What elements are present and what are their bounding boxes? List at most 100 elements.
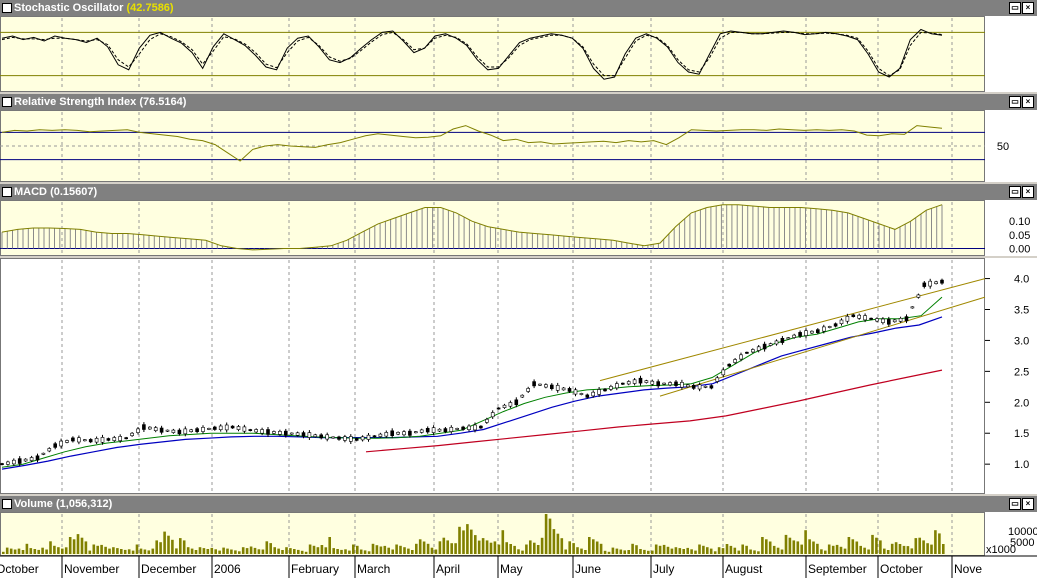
volume-bar <box>352 544 355 554</box>
volume-bar <box>560 538 564 554</box>
price-candle-body <box>307 432 312 438</box>
price-candle-body <box>827 326 832 328</box>
volume-bar <box>717 547 721 554</box>
volume-bar <box>572 543 575 554</box>
price-candle-body <box>727 363 732 367</box>
volume-bar <box>485 540 489 554</box>
price-candle-body <box>715 377 720 382</box>
price-candle-body <box>668 382 672 386</box>
price-tick-label: 1.5 <box>1014 428 1029 440</box>
volume-bar <box>501 530 505 554</box>
volume-bar <box>2 551 5 554</box>
price-candle-body <box>656 381 661 387</box>
volume-bar <box>5 547 9 554</box>
price-candle-body <box>561 387 566 391</box>
volume-bar <box>147 550 151 554</box>
price-candle-body <box>402 431 406 436</box>
price-candle-body <box>928 280 933 287</box>
volume-bar <box>49 541 52 554</box>
price-tick-label: 4.0 <box>1014 274 1029 286</box>
volume-bar <box>863 547 866 554</box>
price-candle-body <box>77 437 81 443</box>
volume-bar <box>462 530 465 554</box>
price-candle-body <box>798 332 802 337</box>
rsi-tick-label: 50 <box>997 141 1009 153</box>
price-candle-body <box>484 419 489 423</box>
volume-bar <box>179 538 182 554</box>
price-candle-body <box>0 463 4 466</box>
price-candle-body <box>455 428 460 430</box>
volume-bar <box>446 540 449 554</box>
volume-bar <box>293 549 296 554</box>
rsi-line <box>1 125 943 162</box>
volume-bar <box>658 545 662 554</box>
price-tick-label: 1.0 <box>1014 459 1029 471</box>
price-candle-body <box>721 369 726 376</box>
price-tick-label: 3.0 <box>1014 335 1029 347</box>
price-candle-body <box>750 349 755 353</box>
price-candle-body <box>283 430 288 436</box>
price-candle-body <box>47 448 52 452</box>
volume-bar <box>867 549 870 554</box>
price-candle-body <box>638 377 643 384</box>
price-candle-body <box>254 429 258 433</box>
volume-bar <box>761 537 764 554</box>
price-candle-body <box>71 437 75 442</box>
volume-bar <box>371 543 375 554</box>
volume-bar <box>780 549 784 554</box>
price-candle-body <box>6 461 10 465</box>
volume-bar <box>595 541 599 554</box>
volume-bar <box>269 543 272 554</box>
volume-bar <box>702 545 705 554</box>
price-candle-body <box>756 346 761 351</box>
volume-bar <box>210 547 214 554</box>
volume-bar <box>45 549 48 554</box>
price-candle-body <box>479 425 483 429</box>
volume-bar <box>96 545 99 554</box>
macd-tick-label: 0.10 <box>1009 216 1030 228</box>
volume-bar <box>568 541 571 554</box>
price-candle-body <box>266 429 270 435</box>
volume-bar <box>812 541 815 554</box>
volume-bar <box>540 537 544 554</box>
volume-bar <box>536 545 540 554</box>
price-candle-body <box>83 439 87 442</box>
price-candle-body <box>360 436 365 441</box>
volume-bar <box>88 550 92 554</box>
volume-bar <box>222 547 225 554</box>
month-label: 2006 <box>214 562 241 576</box>
month-label: Nove <box>954 562 982 576</box>
price-candle-body <box>538 383 542 386</box>
price-candle-body <box>437 428 442 432</box>
volume-unit-label: x1000 <box>986 544 1016 556</box>
price-candle-body <box>354 438 359 441</box>
price-candle-body <box>65 440 69 443</box>
volume-bar <box>395 544 398 554</box>
price-candle-body <box>810 330 814 334</box>
price-candle-body <box>768 343 773 346</box>
price-candle-body <box>532 381 536 387</box>
month-label: April <box>436 562 460 576</box>
ma-mid-line <box>1 316 943 470</box>
volume-bar <box>737 550 741 554</box>
volume-bar <box>403 547 406 554</box>
price-candle-body <box>892 319 897 323</box>
price-candle-body <box>703 385 708 388</box>
volume-bar <box>68 537 72 554</box>
price-candle-body <box>390 430 395 437</box>
volume-bar <box>438 541 442 554</box>
volume-bar <box>768 541 772 554</box>
volume-bar <box>316 547 320 554</box>
volume-bar <box>415 543 418 554</box>
month-label: December <box>141 562 196 576</box>
volume-bar <box>383 545 387 554</box>
price-candle-body <box>124 437 128 440</box>
price-candle-body <box>348 436 353 442</box>
volume-bar <box>489 542 493 554</box>
volume-bar <box>934 530 937 554</box>
volume-bar <box>635 545 638 554</box>
price-candle-body <box>413 431 418 434</box>
volume-bar <box>552 529 556 554</box>
volume-bar <box>17 548 21 554</box>
month-label: October <box>0 562 39 576</box>
